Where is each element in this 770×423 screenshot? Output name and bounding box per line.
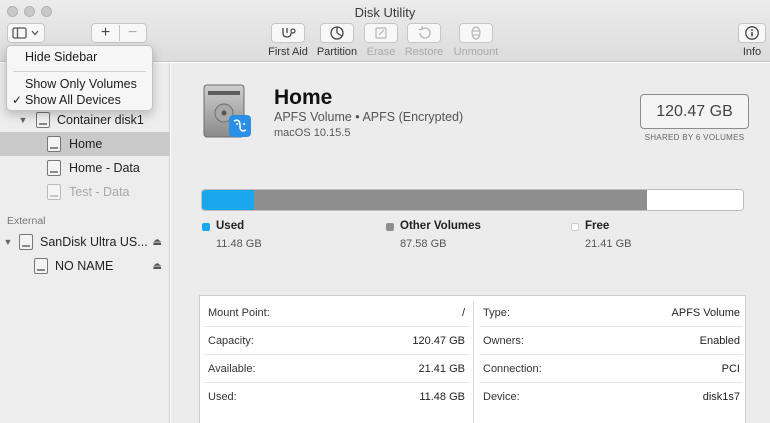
partition-button[interactable] bbox=[320, 23, 354, 43]
sidebar-item-label: NO NAME bbox=[55, 259, 114, 273]
sidebar-item-label: Test - Data bbox=[69, 185, 130, 199]
info-label-mount-point: Mount Point: bbox=[208, 307, 270, 319]
sidebar-item-home-data[interactable]: Home - Data bbox=[0, 156, 170, 180]
sidebar-item-sandisk[interactable]: ▼ SanDisk Ultra US... ⏏ bbox=[0, 230, 170, 254]
capacity-badge: 120.47 GB bbox=[640, 94, 749, 129]
info-icon bbox=[745, 26, 759, 40]
stethoscope-icon bbox=[282, 28, 296, 38]
info-value-connection: PCI bbox=[721, 363, 740, 375]
sidebar-icon bbox=[12, 27, 39, 39]
legend-value-other: 87.58 GB bbox=[400, 238, 447, 250]
volume-icon bbox=[47, 160, 61, 176]
unmount-label: Unmount bbox=[453, 46, 499, 58]
erase-icon bbox=[375, 27, 387, 39]
sidebar-item-label: Home bbox=[69, 137, 103, 151]
info-label-capacity: Capacity: bbox=[208, 335, 254, 347]
legend-value-used: 11.48 GB bbox=[216, 238, 262, 250]
legend-value-free: 21.41 GB bbox=[585, 238, 632, 250]
first-aid-button[interactable] bbox=[271, 23, 305, 43]
window-title: Disk Utility bbox=[354, 5, 416, 20]
info-label-type: Type: bbox=[483, 307, 510, 319]
info-label-device: Device: bbox=[483, 391, 520, 403]
shared-by-label: SHARED BY 6 VOLUMES bbox=[644, 133, 745, 142]
info-value-used: 11.48 GB bbox=[419, 391, 465, 403]
eject-icon[interactable]: ⏏ bbox=[153, 261, 162, 272]
sidebar-item-container[interactable]: ▼ Container disk1 bbox=[0, 108, 170, 132]
info-value-mount-point: / bbox=[461, 307, 465, 319]
legend-label-other: Other Volumes bbox=[400, 220, 481, 232]
sidebar-view-button[interactable] bbox=[7, 23, 45, 43]
legend-label-used: Used bbox=[216, 220, 245, 232]
restore-button[interactable] bbox=[407, 23, 441, 43]
disclosure-triangle-icon[interactable]: ▼ bbox=[16, 115, 30, 125]
legend-swatch-used bbox=[202, 223, 210, 231]
volume-os-version: macOS 10.15.5 bbox=[274, 127, 351, 139]
first-aid-label: First Aid bbox=[268, 46, 308, 58]
restore-label: Restore bbox=[404, 46, 444, 58]
menu-item-show-all-devices[interactable]: Show All Devices bbox=[7, 93, 154, 107]
volume-icon bbox=[47, 184, 61, 200]
partition-pie-icon bbox=[330, 26, 344, 40]
info-value-device: disk1s7 bbox=[702, 391, 740, 403]
usage-bar-used bbox=[202, 190, 254, 210]
sidebar-item-label: SanDisk Ultra US... bbox=[40, 235, 148, 249]
info-value-owners: Enabled bbox=[699, 335, 740, 347]
info-value-capacity: 120.47 GB bbox=[412, 335, 465, 347]
sidebar-item-no-name[interactable]: NO NAME ⏏ bbox=[0, 254, 170, 278]
sidebar-item-label: Home - Data bbox=[69, 161, 140, 175]
usage-bar bbox=[201, 189, 744, 211]
volume-info-table: Mount Point: / Capacity: 120.47 GB Avail… bbox=[199, 295, 746, 423]
volume-detail-panel: Home APFS Volume • APFS (Encrypted) macO… bbox=[171, 63, 770, 423]
legend-swatch-other bbox=[386, 223, 394, 231]
sidebar: ▼ Container disk1 Home Home - Data Test … bbox=[0, 63, 170, 423]
sidebar-item-test-data[interactable]: Test - Data bbox=[0, 180, 170, 204]
info-label-owners: Owners: bbox=[483, 335, 524, 347]
partition-label: Partition bbox=[316, 46, 358, 58]
volume-format: APFS Volume • APFS (Encrypted) bbox=[274, 110, 464, 124]
unmount-icon bbox=[471, 26, 481, 40]
sidebar-item-label: Container disk1 bbox=[57, 113, 144, 127]
remove-volume-button[interactable]: − bbox=[119, 24, 146, 42]
table-column-divider bbox=[473, 302, 474, 423]
container-icon bbox=[36, 112, 50, 128]
erase-button[interactable] bbox=[364, 23, 398, 43]
restore-icon bbox=[418, 26, 431, 39]
info-button[interactable] bbox=[738, 23, 766, 43]
menu-item-show-only-volumes[interactable]: Show Only Volumes bbox=[7, 77, 154, 91]
sidebar-item-home[interactable]: Home bbox=[0, 132, 170, 156]
info-value-type: APFS Volume bbox=[671, 307, 740, 319]
menu-item-hide-sidebar[interactable]: Hide Sidebar bbox=[7, 50, 154, 64]
info-label-connection: Connection: bbox=[483, 363, 542, 375]
disclosure-triangle-icon[interactable]: ▼ bbox=[1, 237, 15, 247]
volume-name: Home bbox=[274, 86, 333, 109]
usage-bar-other-volumes bbox=[253, 190, 647, 210]
legend-label-free: Free bbox=[585, 220, 610, 232]
info-label: Info bbox=[742, 46, 762, 58]
legend-swatch-free bbox=[571, 223, 579, 231]
unmount-button[interactable] bbox=[459, 23, 493, 43]
add-volume-button[interactable]: + bbox=[92, 24, 119, 42]
sidebar-section-external: External bbox=[7, 215, 46, 227]
volume-icon bbox=[47, 136, 61, 152]
info-value-available: 21.41 GB bbox=[418, 363, 465, 375]
eject-icon[interactable]: ⏏ bbox=[153, 237, 162, 248]
view-menu: Hide Sidebar Show Only Volumes ✓ Show Al… bbox=[6, 45, 153, 111]
info-label-used: Used: bbox=[208, 391, 237, 403]
hard-drive-icon bbox=[203, 84, 251, 138]
menu-separator bbox=[13, 71, 146, 72]
volume-icon bbox=[34, 258, 48, 274]
info-label-available: Available: bbox=[208, 363, 256, 375]
external-disk-icon bbox=[19, 234, 33, 250]
